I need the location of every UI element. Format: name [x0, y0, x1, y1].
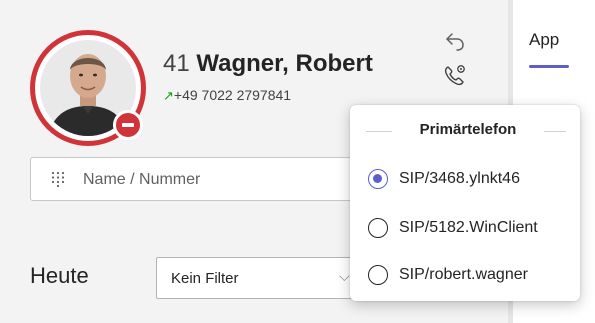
undo-icon[interactable]: [443, 30, 467, 52]
menu-header: Primärtelefon: [350, 121, 580, 141]
dialpad-icon: [51, 171, 65, 187]
chevron-down-icon: ⌵: [339, 268, 350, 284]
filter-selected-value: Kein Filter: [171, 270, 239, 287]
phone-option-label: SIP/5182.WinClient: [399, 219, 538, 236]
filter-dropdown[interactable]: Kein Filter ⌵: [156, 257, 366, 299]
radio-selected-dot: [373, 174, 382, 183]
header-divider: [366, 131, 392, 132]
contact-phone: ↗+49 7022 2797841: [163, 87, 291, 104]
phone-option-label: SIP/3468.ylnkt46: [399, 170, 520, 187]
search-input[interactable]: [81, 158, 355, 202]
phone-settings-icon[interactable]: [441, 62, 469, 90]
contact-name: 41 Wagner, Robert: [163, 50, 373, 78]
tab-active-indicator: [529, 65, 569, 68]
outgoing-call-icon: ↗: [163, 88, 174, 103]
phone-option-label: SIP/robert.wagner: [399, 266, 528, 283]
menu-title: Primärtelefon: [419, 121, 517, 138]
radio-button[interactable]: [368, 169, 388, 189]
radio-button[interactable]: [368, 218, 388, 238]
search-field[interactable]: [30, 157, 360, 202]
radio-button[interactable]: [368, 265, 388, 285]
primary-phone-menu: Primärtelefon SIP/3468.ylnkt46 SIP/5182.…: [350, 105, 580, 301]
phone-option[interactable]: SIP/5182.WinClient: [350, 208, 580, 248]
presence-busy-icon: [113, 110, 143, 140]
phone-option[interactable]: SIP/robert.wagner: [350, 255, 580, 295]
header-divider: [544, 131, 566, 132]
phone-number: +49 7022 2797841: [173, 87, 292, 103]
tab-app[interactable]: App: [529, 30, 559, 50]
date-section-label: Heute: [30, 263, 89, 288]
phone-option[interactable]: SIP/3468.ylnkt46: [350, 159, 580, 199]
contact-index: 41: [163, 50, 190, 77]
contact-fullname: Wagner, Robert: [196, 50, 373, 77]
